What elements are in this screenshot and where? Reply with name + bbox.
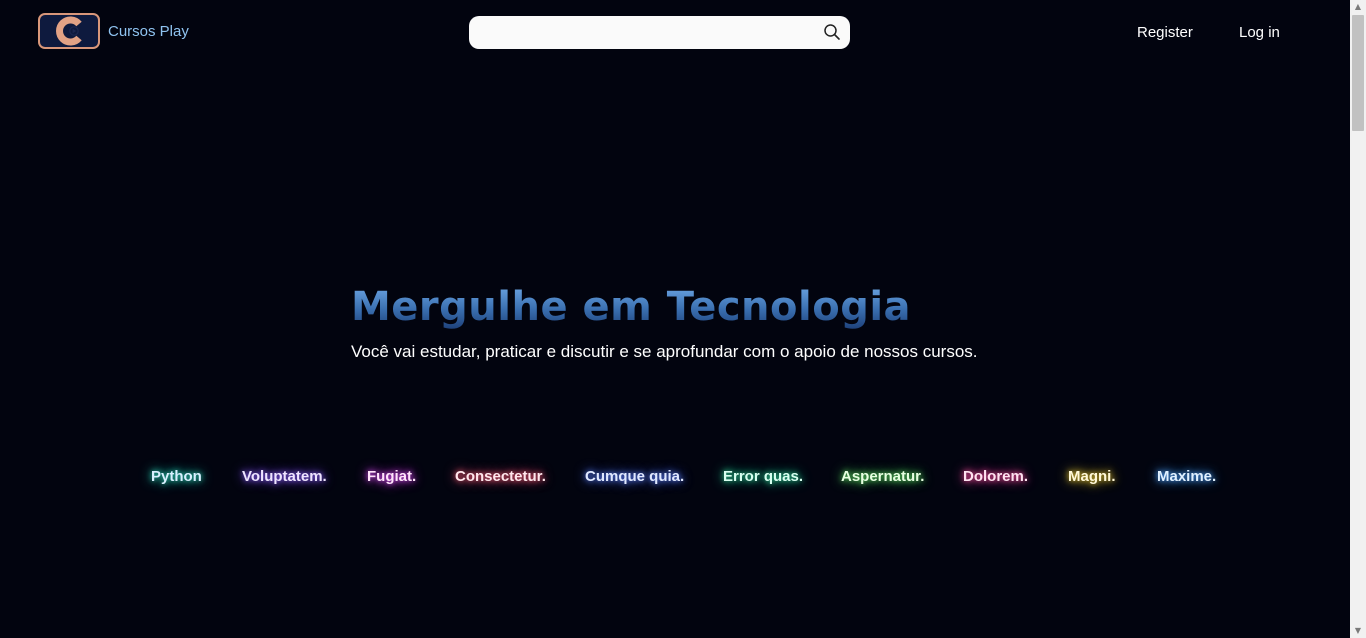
login-link[interactable]: Log in	[1239, 24, 1280, 41]
register-link[interactable]: Register	[1137, 24, 1193, 41]
page: Cursos Play Register Log in Mergulhe em …	[0, 0, 1366, 638]
logo-c-play-icon[interactable]	[38, 13, 100, 49]
tag-item[interactable]: Aspernatur.	[841, 468, 924, 485]
search-bar	[469, 16, 850, 51]
scroll-thumb[interactable]	[1352, 15, 1364, 131]
tag-item[interactable]: Error quas.	[723, 468, 803, 485]
scroll-up-arrow-icon[interactable]: ▲	[1350, 0, 1366, 14]
search-input[interactable]	[481, 16, 815, 51]
tag-item[interactable]: Magni.	[1068, 468, 1116, 485]
tag-item[interactable]: Cumque quia.	[585, 468, 684, 485]
tag-item[interactable]: Fugiat.	[367, 468, 416, 485]
tag-item[interactable]: Python	[151, 468, 202, 485]
tag-item[interactable]: Voluptatem.	[242, 468, 327, 485]
hero-title: Mergulhe em Tecnologia	[351, 284, 912, 330]
tag-item[interactable]: Dolorem.	[963, 468, 1028, 485]
search-icon[interactable]	[823, 23, 841, 41]
tag-item[interactable]: Consectetur.	[455, 468, 546, 485]
tag-item[interactable]: Maxime.	[1157, 468, 1216, 485]
vertical-scrollbar[interactable]: ▲ ▼	[1350, 0, 1366, 638]
hero-subtitle: Você vai estudar, praticar e discutir e …	[351, 342, 978, 361]
brand-name[interactable]: Cursos Play	[108, 23, 189, 40]
scroll-down-arrow-icon[interactable]: ▼	[1350, 624, 1366, 638]
